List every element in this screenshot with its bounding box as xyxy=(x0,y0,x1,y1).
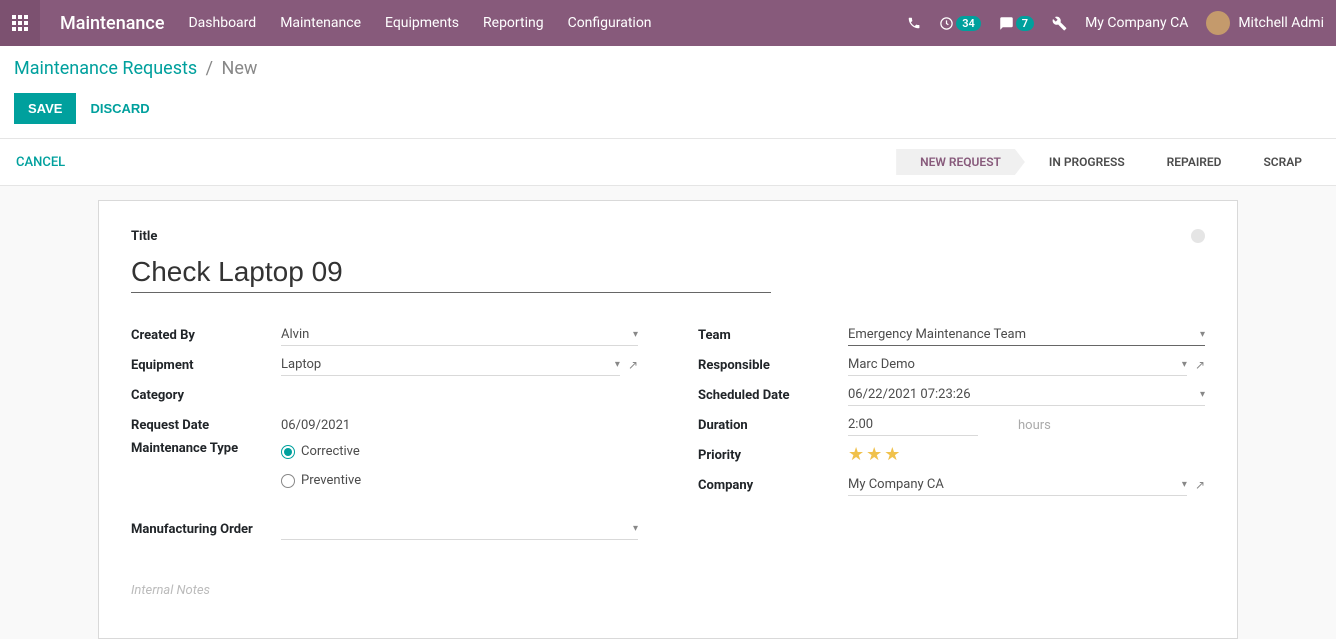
breadcrumb-current: New xyxy=(222,58,258,79)
kanban-state-dot[interactable] xyxy=(1191,229,1205,243)
chevron-down-icon[interactable]: ▾ xyxy=(633,523,638,534)
messages-icon[interactable]: 7 xyxy=(999,16,1034,31)
company-label: Company xyxy=(698,478,848,493)
hours-label: hours xyxy=(1018,418,1051,433)
responsible-field[interactable]: Marc Demo ▾ xyxy=(848,354,1187,376)
nav-configuration[interactable]: Configuration xyxy=(568,15,652,31)
external-link-icon[interactable]: ↗ xyxy=(628,358,638,372)
scheduled-date-label: Scheduled Date xyxy=(698,388,848,403)
save-button[interactable]: SAVE xyxy=(14,93,76,124)
company-switcher[interactable]: My Company CA xyxy=(1085,15,1188,31)
right-column: Team Emergency Maintenance Team ▾ Respon… xyxy=(698,321,1205,545)
team-field[interactable]: Emergency Maintenance Team ▾ xyxy=(848,324,1205,346)
created-by-label: Created By xyxy=(131,328,281,343)
stage-scrap[interactable]: SCRAP xyxy=(1239,149,1320,175)
user-menu[interactable]: Mitchell Admi xyxy=(1206,11,1324,35)
maintenance-type-label: Maintenance Type xyxy=(131,441,281,456)
company-field[interactable]: My Company CA ▾ xyxy=(848,474,1187,496)
title-input[interactable] xyxy=(131,248,771,293)
request-date-label: Request Date xyxy=(131,418,281,433)
app-brand: Maintenance xyxy=(40,13,188,34)
stage-new-request[interactable]: NEW REQUEST xyxy=(896,149,1025,175)
duration-label: Duration xyxy=(698,418,848,433)
scheduled-date-field[interactable]: 06/22/2021 07:23:26 ▾ xyxy=(848,384,1205,406)
equipment-field[interactable]: Laptop ▾ xyxy=(281,354,620,376)
tools-icon[interactable] xyxy=(1052,16,1067,31)
radio-corrective[interactable]: Corrective xyxy=(281,441,638,462)
apps-menu-icon[interactable] xyxy=(0,0,40,46)
left-column: Created By Alvin ▾ Equipment Laptop ▾ ↗ … xyxy=(131,321,638,545)
category-field xyxy=(281,384,638,406)
title-label: Title xyxy=(131,229,1205,244)
chevron-down-icon[interactable]: ▾ xyxy=(633,329,638,340)
radio-preventive[interactable]: Preventive xyxy=(281,470,638,491)
stage-repaired[interactable]: REPAIRED xyxy=(1143,149,1240,175)
stage-in-progress[interactable]: IN PROGRESS xyxy=(1025,149,1143,175)
equipment-label: Equipment xyxy=(131,358,281,373)
main-nav: Dashboard Maintenance Equipments Reporti… xyxy=(188,15,651,31)
team-label: Team xyxy=(698,328,848,343)
manufacturing-order-label: Manufacturing Order xyxy=(131,522,281,537)
top-right-tray: 34 7 My Company CA Mitchell Admi xyxy=(907,11,1336,35)
cancel-button[interactable]: CANCEL xyxy=(16,155,65,170)
duration-field[interactable]: 2:00 xyxy=(848,414,978,436)
radio-icon[interactable] xyxy=(281,474,295,488)
star-icon[interactable]: ★ xyxy=(884,446,900,464)
breadcrumb: Maintenance Requests / New xyxy=(14,58,1322,79)
responsible-label: Responsible xyxy=(698,358,848,373)
internal-notes-placeholder[interactable]: Internal Notes xyxy=(131,583,1205,598)
nav-reporting[interactable]: Reporting xyxy=(483,15,544,31)
external-link-icon[interactable]: ↗ xyxy=(1195,358,1205,372)
chevron-down-icon[interactable]: ▾ xyxy=(1200,329,1205,340)
priority-stars: ★ ★ ★ xyxy=(848,444,900,466)
chevron-down-icon[interactable]: ▾ xyxy=(615,359,620,370)
breadcrumb-bar: Maintenance Requests / New xyxy=(0,46,1336,85)
status-row: CANCEL NEW REQUEST IN PROGRESS REPAIRED … xyxy=(0,139,1336,186)
activity-icon[interactable]: 34 xyxy=(939,16,981,31)
category-label: Category xyxy=(131,388,281,403)
user-name: Mitchell Admi xyxy=(1238,15,1324,31)
request-date-field: 06/09/2021 xyxy=(281,414,638,436)
phone-icon[interactable] xyxy=(907,16,921,30)
star-icon[interactable]: ★ xyxy=(848,446,864,464)
form-wrap: Title Created By Alvin ▾ Equipment Lapto… xyxy=(0,186,1336,639)
nav-equipments[interactable]: Equipments xyxy=(385,15,459,31)
top-navbar: Maintenance Dashboard Maintenance Equipm… xyxy=(0,0,1336,46)
avatar xyxy=(1206,11,1230,35)
nav-maintenance[interactable]: Maintenance xyxy=(280,15,361,31)
chevron-down-icon[interactable]: ▾ xyxy=(1182,359,1187,370)
priority-label: Priority xyxy=(698,448,848,463)
external-link-icon[interactable]: ↗ xyxy=(1195,478,1205,492)
chevron-down-icon[interactable]: ▾ xyxy=(1182,479,1187,490)
nav-dashboard[interactable]: Dashboard xyxy=(188,15,256,31)
chevron-down-icon[interactable]: ▾ xyxy=(1200,389,1205,400)
messages-badge: 7 xyxy=(1016,16,1034,31)
created-by-field[interactable]: Alvin ▾ xyxy=(281,324,638,346)
discard-button[interactable]: DISCARD xyxy=(90,101,149,116)
form-card: Title Created By Alvin ▾ Equipment Lapto… xyxy=(98,200,1238,639)
stage-bar: NEW REQUEST IN PROGRESS REPAIRED SCRAP xyxy=(896,149,1320,175)
breadcrumb-sep: / xyxy=(206,58,213,79)
activity-badge: 34 xyxy=(956,16,981,31)
star-icon[interactable]: ★ xyxy=(866,446,882,464)
breadcrumb-parent[interactable]: Maintenance Requests xyxy=(14,58,197,79)
action-bar: SAVE DISCARD xyxy=(0,85,1336,138)
radio-icon[interactable] xyxy=(281,445,295,459)
